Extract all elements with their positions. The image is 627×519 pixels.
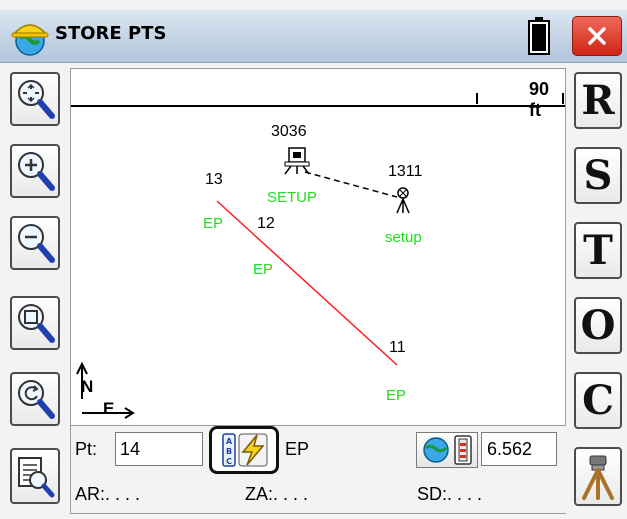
za-readout: ZA:. . . .: [245, 484, 309, 504]
store-s-label: S: [583, 151, 613, 199]
north-label: N: [81, 377, 94, 396]
zoom-previous-button[interactable]: [10, 372, 60, 426]
point-code: SETUP: [267, 189, 318, 206]
zoom-extents-icon: [18, 80, 55, 119]
code-value: EP: [285, 439, 310, 459]
zoom-window-icon: [18, 304, 55, 343]
point-number: 13: [205, 171, 223, 188]
instrument-settings-button[interactable]: [416, 432, 478, 468]
hardhat-globe-icon: [11, 24, 49, 56]
store-r-button[interactable]: R: [574, 72, 622, 129]
store-c-button[interactable]: C: [574, 372, 622, 429]
svg-text:C: C: [226, 457, 232, 466]
map-canvas: [76, 147, 410, 419]
sd-readout: SD:. . . .: [417, 484, 483, 504]
point-list-button[interactable]: [10, 448, 60, 504]
map-view[interactable]: 90 ft N E 3036 SETUP 1311 setup 13 EP 12…: [70, 68, 566, 426]
point-number-input[interactable]: [115, 432, 203, 466]
zoom-extents-button[interactable]: [10, 72, 60, 126]
store-o-label: O: [580, 301, 616, 349]
point-entry-panel: Pt: A B C EP AR:. . . . ZA:. . . . SD:. …: [70, 426, 566, 514]
east-label: E: [103, 399, 115, 418]
battery-icon: [528, 17, 550, 55]
zoom-out-button[interactable]: [10, 216, 60, 270]
ar-readout: AR:. . . .: [75, 484, 141, 504]
pt-label: Pt:: [75, 439, 98, 459]
store-c-label: C: [582, 376, 614, 424]
close-icon: [588, 27, 606, 45]
title-bar: STORE PTS: [0, 10, 627, 63]
code-lookup-button[interactable]: A B C: [209, 426, 279, 474]
point-list-icon: [18, 457, 55, 498]
store-s-button[interactable]: S: [574, 147, 622, 204]
point-number: 3036: [271, 123, 307, 140]
store-t-button[interactable]: T: [574, 222, 622, 279]
zoom-in-icon: [18, 152, 55, 191]
close-button[interactable]: [572, 16, 622, 56]
point-code: setup: [385, 229, 422, 246]
tripod-icon: [582, 455, 614, 500]
store-o-button[interactable]: O: [574, 297, 622, 354]
backsight-line: [304, 171, 398, 198]
point-number: 12: [257, 215, 275, 232]
store-t-label: T: [583, 226, 613, 274]
zoom-out-icon: [18, 224, 55, 263]
globe-icon: [423, 437, 449, 463]
level-icon: [454, 435, 472, 465]
point-number: 1311: [388, 163, 423, 180]
instrument-setup-button[interactable]: [574, 447, 622, 506]
zoom-in-button[interactable]: [10, 144, 60, 198]
total-station-icon: [284, 147, 310, 175]
tripod-target-icon: [396, 187, 410, 214]
instrument-height-input[interactable]: [481, 432, 557, 466]
point-code: EP: [203, 215, 224, 232]
ep-line: [216, 200, 398, 366]
point-code: EP: [253, 261, 274, 278]
point-number: 11: [389, 339, 406, 356]
store-r-label: R: [581, 76, 615, 124]
window-title: STORE PTS: [55, 23, 167, 44]
svg-text:A: A: [226, 437, 233, 446]
zoom-previous-icon: [18, 380, 55, 419]
svg-text:B: B: [226, 447, 232, 456]
point-code: EP: [386, 387, 407, 404]
abc-lightning-icon: A B C: [222, 433, 268, 467]
zoom-window-button[interactable]: [10, 296, 60, 350]
